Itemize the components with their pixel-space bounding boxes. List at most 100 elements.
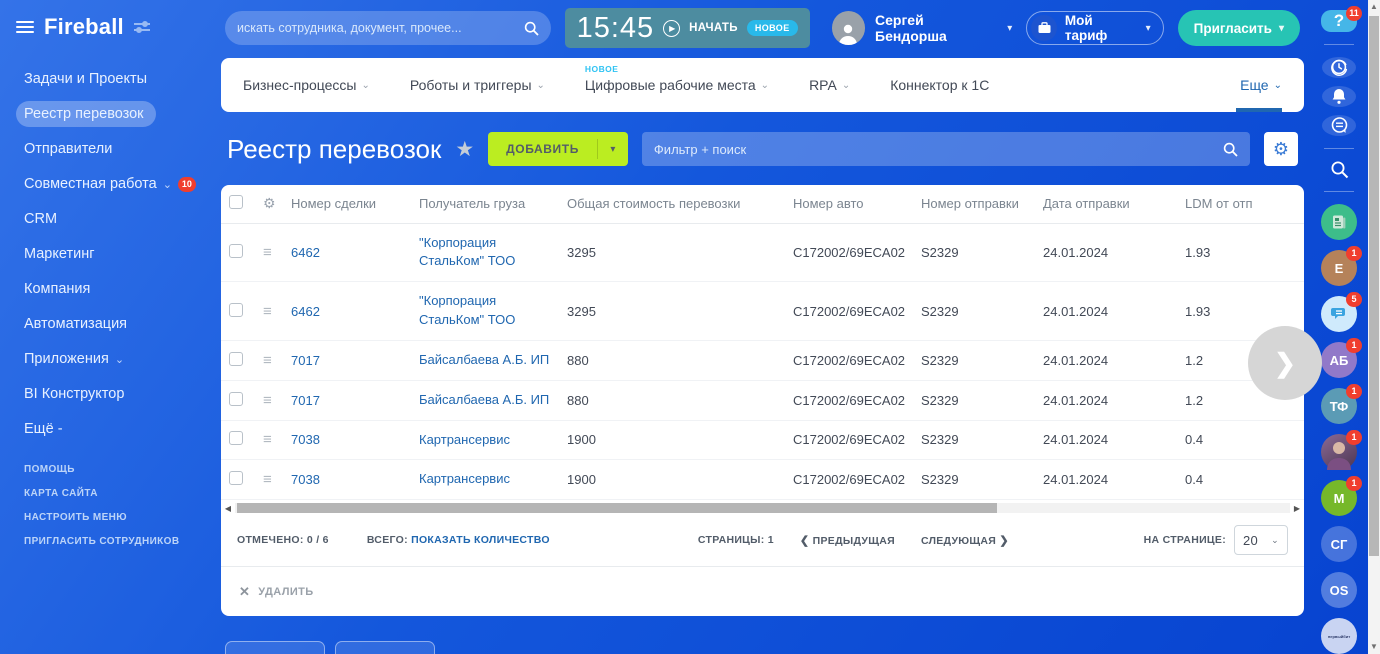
sidebar-item[interactable]: Совместная работа ⌄ 10 — [16, 171, 208, 197]
next-page-button[interactable]: СЛЕДУЮЩАЯ ❯ — [921, 534, 1009, 547]
column-header-ldm[interactable]: LDM от отп — [1177, 185, 1304, 223]
column-header-cost[interactable]: Общая стоимость перевозки — [559, 185, 785, 223]
row-checkbox[interactable] — [229, 352, 243, 366]
deal-number-link[interactable]: 7017 — [291, 353, 320, 368]
chat-avatar[interactable]: OS — [1321, 572, 1357, 608]
row-drag-handle-icon[interactable]: ≡ — [263, 303, 272, 320]
row-drag-handle-icon[interactable]: ≡ — [263, 392, 272, 409]
receiver-link[interactable]: Картрансервис — [419, 432, 510, 447]
sidebar-secondary-item[interactable]: НАСТРОИТЬ МЕНЮ — [16, 512, 215, 523]
sidebar-item[interactable]: Приложения ⌄ — [16, 346, 136, 372]
table-row[interactable]: ≡ 7017 Байсалбаева А.Б. ИП 880 C172002/6… — [221, 380, 1304, 420]
sidebar-item[interactable]: Автоматизация — [16, 311, 139, 337]
chat-avatar[interactable]: АБ 1 — [1321, 342, 1357, 378]
panel-expand-chevron-button[interactable]: ❯ — [1248, 326, 1322, 400]
scroll-up-arrow[interactable]: ▲ — [1368, 0, 1380, 14]
user-menu[interactable]: Сергей Бендорша ▾ — [832, 11, 1013, 45]
table-row[interactable]: ≡ 7038 Картрансервис 1900 C172002/69ECA0… — [221, 460, 1304, 500]
row-drag-handle-icon[interactable]: ≡ — [263, 352, 272, 369]
prev-page-button[interactable]: ❮ ПРЕДЫДУЩАЯ — [800, 534, 895, 547]
scroll-left-arrow[interactable]: ◀ — [223, 504, 233, 513]
row-drag-handle-icon[interactable]: ≡ — [263, 471, 272, 488]
nav-tab[interactable]: Роботы и триггеры ⌄ — [410, 58, 545, 112]
nav-tab[interactable]: Коннектор к 1С — [890, 58, 989, 112]
sidebar-item[interactable]: CRM — [16, 206, 69, 232]
sidebar-item[interactable]: Отправители — [16, 136, 124, 162]
column-header-shipment[interactable]: Номер отправки — [913, 185, 1035, 223]
deal-number-link[interactable]: 7038 — [291, 472, 320, 487]
receiver-link[interactable]: Байсалбаева А.Б. ИП — [419, 352, 549, 367]
sidebar-secondary-item[interactable]: ПРИГЛАСИТЬ СОТРУДНИКОВ — [16, 536, 215, 547]
filter-search-input[interactable]: Фильтр + поиск — [642, 132, 1250, 166]
add-split-button[interactable]: ДОБАВИТЬ ▾ — [488, 132, 628, 166]
sidebar-item[interactable]: Компания — [16, 276, 102, 302]
column-header-auto[interactable]: Номер авто — [785, 185, 913, 223]
scrollbar-track[interactable] — [235, 503, 1290, 513]
row-checkbox[interactable] — [229, 471, 243, 485]
add-button[interactable]: ДОБАВИТЬ — [488, 132, 597, 166]
invite-button[interactable]: Пригласить ▾ — [1178, 10, 1300, 46]
sidebar-item[interactable]: Задачи и Проекты — [16, 66, 159, 92]
chat-avatar[interactable]: первыйбит — [1321, 618, 1357, 654]
nav-tab[interactable]: Еще ⌄ — [1240, 58, 1282, 112]
row-checkbox[interactable] — [229, 431, 243, 445]
horizontal-scrollbar[interactable]: ◀ ▶ — [223, 502, 1302, 514]
chat-avatar[interactable]: М 1 — [1321, 480, 1357, 516]
row-drag-handle-icon[interactable]: ≡ — [263, 431, 272, 448]
sidebar-secondary-item[interactable]: КАРТА САЙТА — [16, 488, 215, 499]
time-tracking-icon[interactable] — [1322, 57, 1356, 78]
table-row[interactable]: ≡ 7038 Картрансервис 1900 C172002/69ECA0… — [221, 420, 1304, 460]
notifications-bell-icon[interactable] — [1322, 86, 1356, 107]
nav-tab[interactable]: RPA ⌄ — [809, 58, 850, 112]
play-icon[interactable]: ▶ — [663, 20, 680, 37]
search-icon[interactable] — [524, 21, 539, 36]
receiver-link[interactable]: "Корпорация СтальКом" ТОО — [419, 235, 515, 269]
sidebar-item[interactable]: Ещё - — [16, 416, 75, 442]
receiver-link[interactable]: Картрансервис — [419, 471, 510, 486]
row-checkbox[interactable] — [229, 303, 243, 317]
sidebar-item[interactable]: Маркетинг — [16, 241, 107, 267]
deal-number-link[interactable]: 6462 — [291, 245, 320, 260]
chat-avatar[interactable]: E 1 — [1321, 250, 1357, 286]
table-row[interactable]: ≡ 6462 "Корпорация СтальКом" ТОО 3295 C1… — [221, 223, 1304, 282]
chat-avatar[interactable]: ТФ 1 — [1321, 388, 1357, 424]
cutoff-button-1[interactable] — [225, 641, 325, 654]
receiver-link[interactable]: "Корпорация СтальКом" ТОО — [419, 293, 515, 327]
table-row[interactable]: ≡ 7017 Байсалбаева А.Б. ИП 880 C172002/6… — [221, 340, 1304, 380]
timer-start-button[interactable]: НАЧАТЬ — [689, 22, 738, 34]
deal-number-link[interactable]: 6462 — [291, 304, 320, 319]
table-row[interactable]: ≡ 6462 "Корпорация СтальКом" ТОО 3295 C1… — [221, 282, 1304, 341]
row-drag-handle-icon[interactable]: ≡ — [263, 244, 272, 261]
scroll-right-arrow[interactable]: ▶ — [1292, 504, 1302, 513]
sidebar-item[interactable]: BI Конструктор — [16, 381, 136, 407]
deal-number-link[interactable]: 7017 — [291, 393, 320, 408]
delete-action[interactable]: ✕ УДАЛИТЬ — [221, 566, 1304, 616]
nav-tab[interactable]: НОВОЕ Цифровые рабочие места ⌄ — [585, 58, 769, 112]
chat-avatar[interactable]: 5 — [1321, 296, 1357, 332]
deal-number-link[interactable]: 7038 — [291, 432, 320, 447]
menu-toggle-icon[interactable] — [16, 21, 34, 33]
add-dropdown-caret[interactable]: ▾ — [598, 132, 628, 166]
tariff-button[interactable]: Мой тариф ▾ — [1026, 11, 1163, 45]
row-checkbox[interactable] — [229, 392, 243, 406]
columns-gear-icon[interactable]: ⚙ — [263, 195, 276, 211]
per-page-select[interactable]: 20 ⌄ — [1234, 525, 1288, 555]
search-icon[interactable] — [1223, 142, 1238, 157]
sliders-icon[interactable] — [134, 20, 150, 34]
receiver-link[interactable]: Байсалбаева А.Б. ИП — [419, 392, 549, 407]
grid-settings-gear-icon[interactable]: ⚙ — [1264, 132, 1298, 166]
chat-avatar[interactable]: СГ — [1321, 526, 1357, 562]
cutoff-button-2[interactable] — [335, 641, 435, 654]
row-checkbox[interactable] — [229, 244, 243, 258]
chat-avatar[interactable]: 1 — [1321, 434, 1357, 470]
sidebar-item[interactable]: Реестр перевозок — [16, 101, 156, 127]
page-scrollbar[interactable]: ▲ ▼ — [1368, 0, 1380, 654]
sidebar-secondary-item[interactable]: ПОМОЩЬ — [16, 464, 215, 475]
nav-tab[interactable]: Бизнес-процессы ⌄ — [243, 58, 370, 112]
user-avatar[interactable] — [832, 11, 865, 45]
help-button[interactable]: ? 11 — [1321, 10, 1357, 32]
column-header-receiver[interactable]: Получатель груза — [411, 185, 559, 223]
global-search-input[interactable]: искать сотрудника, документ, прочее... — [225, 11, 551, 45]
select-all-checkbox[interactable] — [229, 195, 243, 209]
messenger-icon[interactable] — [1322, 115, 1356, 136]
